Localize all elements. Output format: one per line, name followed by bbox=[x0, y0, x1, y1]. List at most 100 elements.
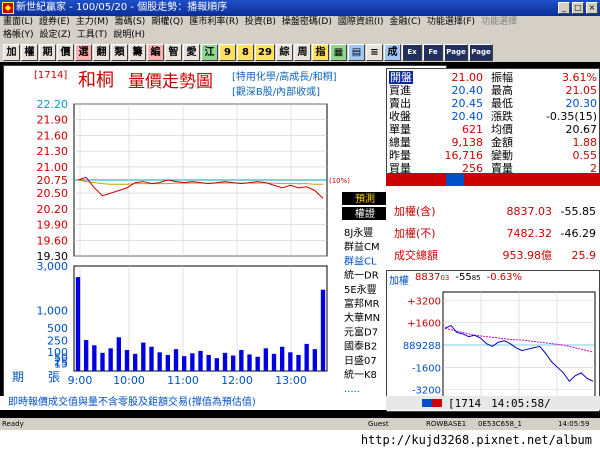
mini-tick-label: +1600 bbox=[407, 319, 441, 330]
mini-chart-svg: +3200 +1600 889288 -1600 -3200 bbox=[403, 291, 596, 399]
grid-icon[interactable]: ▤ bbox=[348, 43, 365, 61]
toolbar-button[interactable]: 周 bbox=[294, 43, 311, 61]
volume-unit-right: 張 bbox=[48, 370, 60, 384]
menu-item[interactable]: 籌碼(S) bbox=[112, 16, 149, 29]
quote-label: 均價 bbox=[491, 123, 513, 136]
broker-item: 群益CL bbox=[344, 254, 377, 267]
menu-item[interactable]: 國際資訊(I) bbox=[335, 16, 387, 29]
toolbar-button[interactable]: 籌 bbox=[129, 43, 146, 61]
index-row[interactable]: 加權(含) 8837.03 -55.85 bbox=[386, 202, 600, 222]
quote-label: 賣出 bbox=[389, 97, 411, 110]
menu-item[interactable]: 匯市利率(R) bbox=[186, 16, 241, 29]
list-icon[interactable]: ≡ bbox=[366, 43, 383, 61]
toolbar-button[interactable]: Page bbox=[469, 43, 493, 61]
mini-tick-label: +3200 bbox=[407, 296, 441, 307]
mini-change: -5585 bbox=[455, 272, 481, 283]
toolbar-button[interactable]: 選 bbox=[75, 43, 92, 61]
quote-label: 昨量 bbox=[389, 149, 411, 162]
minimize-button[interactable]: _ bbox=[558, 2, 570, 14]
quote-value: 20.67 bbox=[565, 123, 598, 136]
menu-item[interactable]: 設定(Z) bbox=[37, 29, 74, 42]
menu-item[interactable]: 工具(T) bbox=[74, 29, 111, 42]
time-tick-label: 11:00 bbox=[167, 374, 199, 387]
volume-bar bbox=[247, 354, 252, 371]
time-tick-label: 13:00 bbox=[275, 374, 307, 387]
menu-item[interactable]: 操盤密碼(D) bbox=[279, 16, 335, 29]
toolbar-button[interactable]: 江 bbox=[201, 43, 218, 61]
index-value: 8837.03 bbox=[506, 205, 553, 218]
ticker-code: [1714 bbox=[448, 396, 482, 410]
toolbar-button[interactable]: 編 bbox=[147, 43, 164, 61]
menu-item[interactable]: 格帳(Y) bbox=[0, 29, 37, 42]
maximize-button[interactable]: □ bbox=[572, 2, 584, 14]
quote-value: -0.35(15) bbox=[545, 110, 597, 123]
quote-panel: 開盤 21.00 振幅 3.61% 買進 20.40 最高 21.05 賣出 2… bbox=[386, 68, 600, 175]
toolbar-button[interactable]: 9 bbox=[219, 43, 236, 61]
volume-bar bbox=[181, 356, 187, 371]
broker-header: 預測 bbox=[355, 192, 375, 205]
toolbar-button[interactable]: 加 bbox=[3, 43, 20, 61]
menu-item[interactable]: 主力(M) bbox=[73, 16, 112, 29]
price-volume-chart[interactable]: 22.20 21.90 21.60 21.30 21.0020.7520.50 20.20… bbox=[4, 66, 448, 411]
menu-item[interactable]: 功能選擇(F) bbox=[424, 16, 478, 29]
toolbar-button[interactable]: Ex bbox=[402, 43, 422, 61]
toolbar-button[interactable]: 綜 bbox=[276, 43, 293, 61]
menu-item[interactable]: 說明(H) bbox=[110, 29, 148, 42]
price-tick-label: 20.20 bbox=[37, 203, 69, 216]
toolbar-button[interactable]: 期 bbox=[39, 43, 56, 61]
toolbar-button[interactable]: 愛 bbox=[183, 43, 200, 61]
volume-bar bbox=[165, 354, 171, 371]
volume-bar bbox=[173, 349, 179, 371]
quote-label: 收盤 bbox=[389, 110, 411, 123]
index-label: 加權(不) bbox=[394, 227, 436, 240]
volume-bar bbox=[141, 342, 146, 371]
toolbar-button[interactable]: 類 bbox=[111, 43, 128, 61]
toolbar-button[interactable]: 29 bbox=[255, 43, 275, 61]
menu-item[interactable]: 證券(E) bbox=[36, 16, 73, 29]
quote-value: 16,716 bbox=[444, 149, 484, 162]
price-tick-label: 21.90 bbox=[37, 114, 69, 127]
index-row[interactable]: 加權(不) 7482.32 -46.29 bbox=[386, 224, 600, 244]
toolbar-button[interactable]: 8 bbox=[237, 43, 254, 61]
menu-bar-1: 畫面(L) 證券(E) 主力(M) 籌碼(S) 期權(Q) 匯市利率(R) 投資… bbox=[0, 16, 600, 29]
volume-bar bbox=[83, 340, 89, 371]
toolbar-button[interactable]: 智 bbox=[165, 43, 182, 61]
chart-icon[interactable]: ▦ bbox=[330, 43, 347, 61]
volume-bar bbox=[124, 350, 130, 371]
time-tick-label: 10:00 bbox=[113, 374, 145, 387]
toolbar-button[interactable]: 成 bbox=[384, 43, 401, 61]
price-tick-label: 22.20 bbox=[37, 98, 69, 111]
mini-header: 加權 883703 -5585 -0.63% bbox=[389, 272, 522, 287]
toolbar-button[interactable]: 權 bbox=[21, 43, 38, 61]
price-tick-label: 21.60 bbox=[37, 129, 69, 142]
mini-index-chart[interactable]: 加權 883703 -5585 -0.63% +3200 +1600 889288 -… bbox=[386, 270, 600, 412]
status-ready: Ready bbox=[2, 420, 24, 428]
quote-label: 最高 bbox=[491, 84, 513, 97]
quote-row: 賣出 20.45 最低 20.30 bbox=[387, 97, 600, 110]
toolbar: 加 權 期 價 選 翻 類 籌 編 智 愛 江 9 8 29 綜 周 指 ▦ ▤… bbox=[0, 42, 600, 62]
price-tick-label: 20.50 bbox=[37, 187, 69, 200]
broker-header: 權證 bbox=[355, 207, 375, 220]
quote-row: 單量 621 均價 20.67 bbox=[387, 123, 600, 136]
toolbar-button[interactable]: Page bbox=[444, 43, 468, 61]
title-bar: ◆ 新世紀贏家 - 100/05/20 - 個股走勢：播報順序 _ □ × bbox=[0, 0, 600, 16]
price-line bbox=[77, 176, 324, 199]
index-row[interactable]: 成交總額 953.98億 25.9 bbox=[386, 246, 600, 266]
time-tick-label: 9:00 bbox=[68, 374, 93, 387]
volume-bar bbox=[92, 345, 97, 371]
menu-item[interactable]: 投資(B) bbox=[242, 16, 279, 29]
toolbar-button[interactable]: Fe bbox=[423, 43, 443, 61]
toolbar-button[interactable]: 價 bbox=[57, 43, 74, 61]
volume-bar bbox=[312, 349, 318, 371]
quote-value: 3.61% bbox=[562, 71, 597, 84]
quote-row: 昨量 16,716 變動 0.55 bbox=[387, 149, 600, 162]
menu-item[interactable]: 期權(Q) bbox=[148, 16, 186, 29]
close-button[interactable]: × bbox=[586, 2, 598, 14]
volume-bar bbox=[263, 348, 269, 371]
volume-bar bbox=[75, 277, 81, 371]
toolbar-button[interactable]: 指 bbox=[312, 43, 329, 61]
toolbar-button[interactable]: 翻 bbox=[93, 43, 110, 61]
menu-item[interactable]: 畫面(L) bbox=[0, 16, 36, 29]
quote-value: 20.30 bbox=[565, 97, 598, 110]
menu-item[interactable]: 金融(C) bbox=[387, 16, 424, 29]
